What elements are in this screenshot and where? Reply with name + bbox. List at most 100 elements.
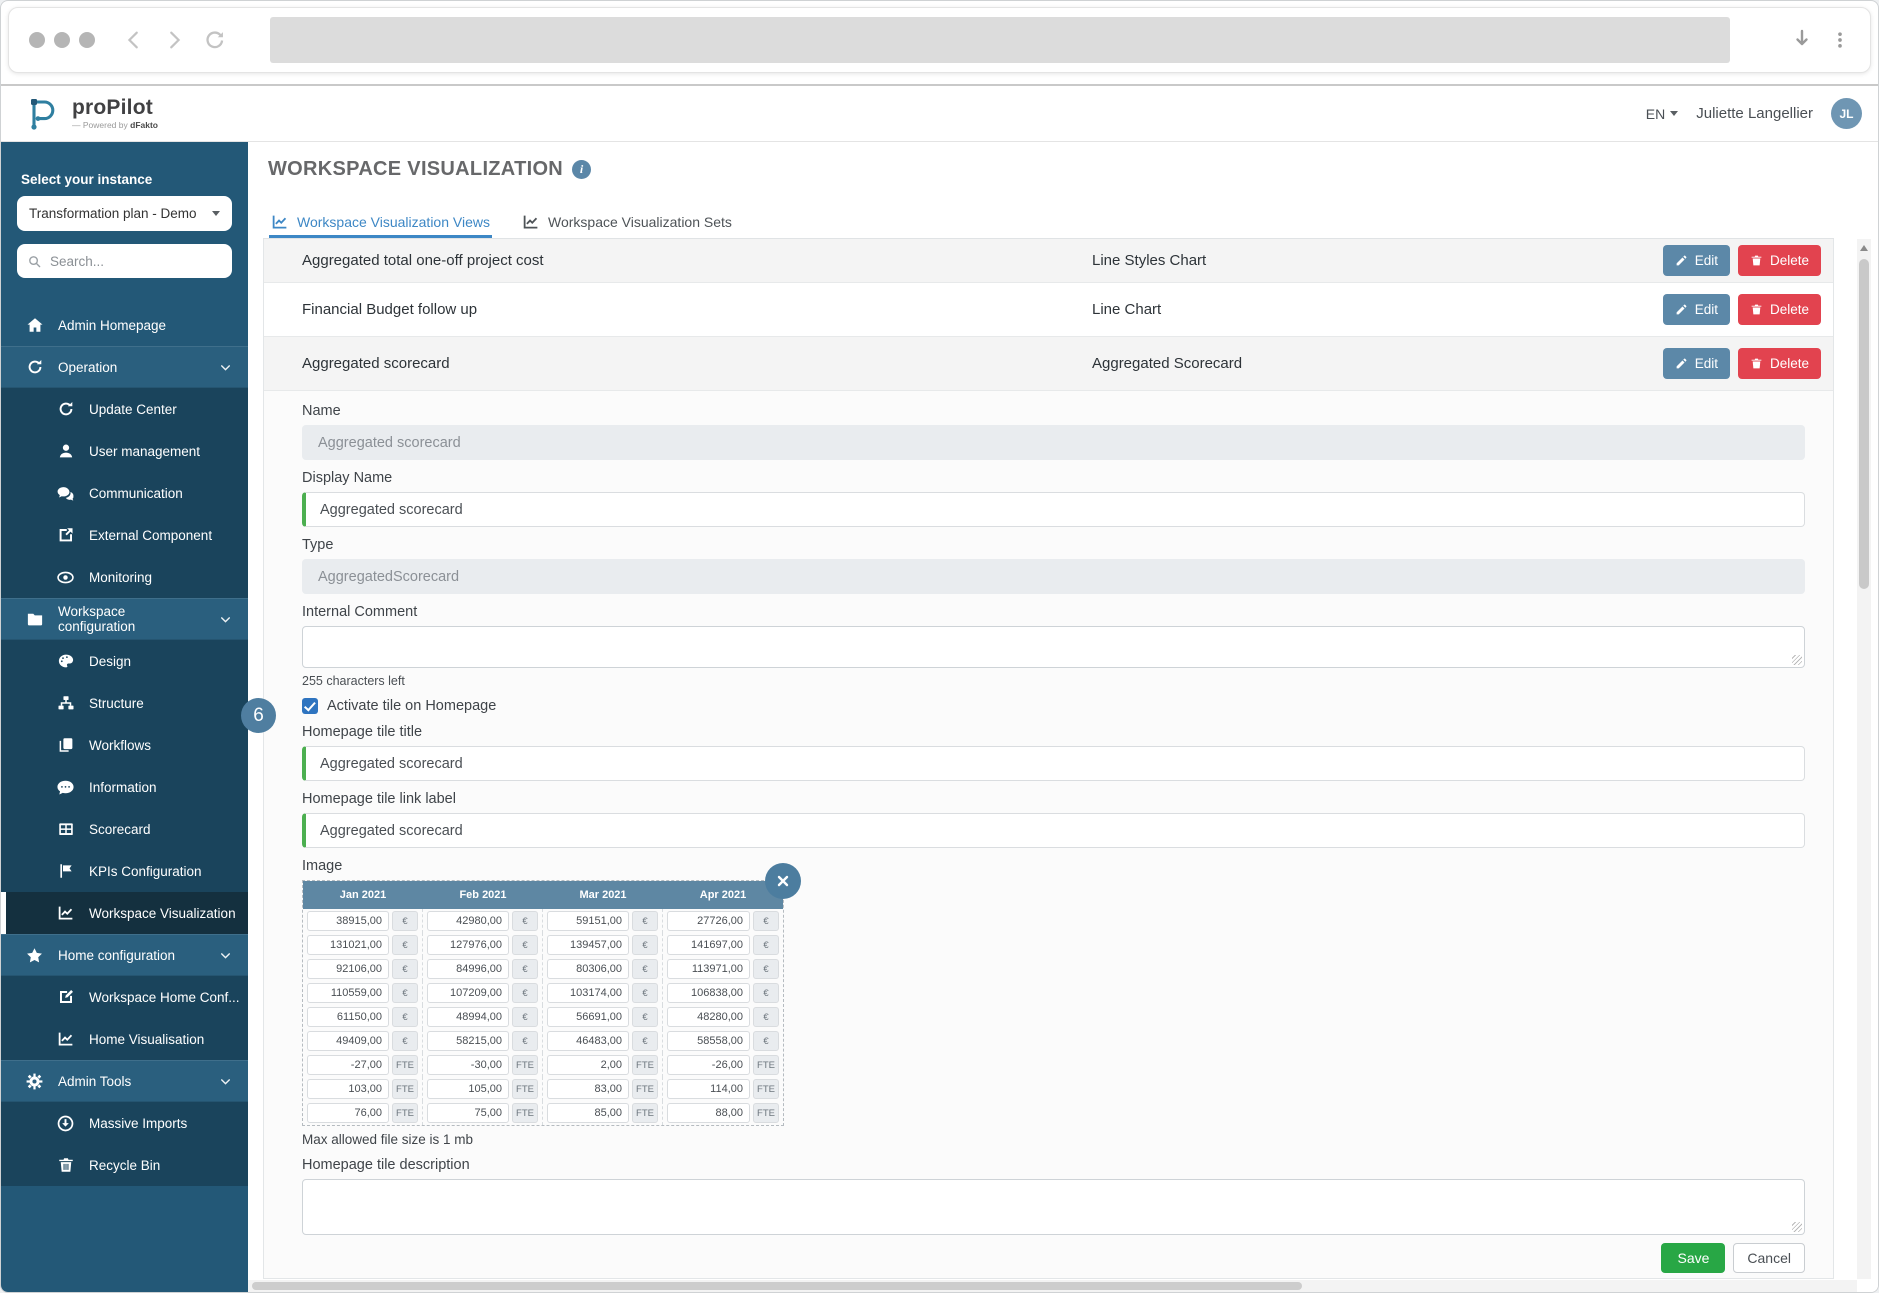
image-table-cell: 103,00FTE [303,1077,423,1101]
scrollbar-thumb[interactable] [1859,259,1869,589]
type-label: Type [302,537,1805,553]
scroll-up-arrow-icon[interactable] [1860,245,1868,251]
sidebar-item-information[interactable]: Information [1,766,248,808]
sidebar-item-home-visualisation[interactable]: Home Visualisation [1,1018,248,1060]
sidebar-item-label: Update Center [89,402,177,417]
tab-workspace-visualization-sets[interactable]: Workspace Visualization Sets [520,202,734,238]
save-button[interactable]: Save [1661,1243,1725,1273]
chart-icon [56,904,75,923]
tile-title-field[interactable]: Aggregated scorecard [302,746,1805,781]
sidebar-item-communication[interactable]: Communication [1,472,248,514]
tile-link-field[interactable]: Aggregated scorecard [302,813,1805,848]
edit-button[interactable]: Edit [1663,348,1730,379]
search-input[interactable]: Search... [17,244,232,278]
sidebar-item-external-component[interactable]: External Component [1,514,248,556]
sidebar-item-operation[interactable]: Operation [1,346,248,388]
trash-icon [1750,254,1763,267]
tile-description-field[interactable] [302,1179,1805,1235]
export-icon [56,526,75,545]
window-dot [54,32,70,48]
info-icon[interactable]: i [572,160,591,179]
download-icon[interactable] [1790,28,1814,52]
cell-unit: € [632,911,658,931]
tab-label: Workspace Visualization Views [297,214,490,230]
sidebar-item-home-configuration[interactable]: Home configuration [1,934,248,976]
internal-comment-field[interactable] [302,626,1805,668]
cell-value: 85,00 [547,1103,629,1123]
sidebar-item-workspace-home-conf[interactable]: Workspace Home Conf... [1,976,248,1018]
image-table-cell: 83,00FTE [543,1077,663,1101]
cell-unit: € [512,959,538,979]
edit-button[interactable]: Edit [1663,294,1730,325]
table-row[interactable]: Aggregated scorecardAggregated Scorecard… [264,337,1833,391]
sidebar-item-kpis-configuration[interactable]: KPIs Configuration [1,850,248,892]
sidebar-item-label: Home Visualisation [89,1032,204,1047]
vertical-scrollbar[interactable] [1857,239,1871,1279]
cell-value: 48280,00 [667,1007,750,1027]
sidebar-item-admin-homepage[interactable]: Admin Homepage [1,304,248,346]
type-field[interactable]: AggregatedScorecard [302,559,1805,594]
sidebar-item-user-management[interactable]: User management [1,430,248,472]
language-selector[interactable]: EN [1646,106,1678,122]
user-name[interactable]: Juliette Langellier [1696,105,1813,122]
cell-unit: € [753,959,779,979]
table-row[interactable]: Financial Budget follow upLine ChartEdit… [264,283,1833,337]
cancel-button[interactable]: Cancel [1733,1243,1805,1273]
delete-button[interactable]: Delete [1738,348,1821,379]
horizontal-scrollbar[interactable] [248,1280,1857,1292]
brand-logo[interactable]: proPilot — Powered by dFakto [23,95,158,133]
cell-value: 38915,00 [307,911,389,931]
image-table-cell: 110559,00€ [303,981,423,1005]
activate-tile-row: Activate tile on Homepage [302,698,1805,714]
trash-icon [56,1156,75,1175]
reload-icon[interactable] [203,29,226,52]
sidebar-item-structure[interactable]: Structure [1,682,248,724]
chevron-down-icon [219,949,232,962]
download-icon [56,1114,75,1133]
forward-icon[interactable] [163,29,185,51]
cell-value: 61150,00 [307,1007,389,1027]
sidebar-item-workspace-visualization[interactable]: Workspace Visualization [1,892,248,934]
sidebar-item-scorecard[interactable]: Scorecard [1,808,248,850]
image-table-cell: 80306,00€ [543,957,663,981]
cell-unit: € [392,935,418,955]
eye-icon [56,568,75,587]
display-name-field[interactable]: Aggregated scorecard [302,492,1805,527]
remove-image-button[interactable] [765,863,801,899]
image-table-cell: 139457,00€ [543,933,663,957]
visualization-list: Aggregated total one-off project costLin… [264,239,1833,391]
avatar[interactable]: JL [1831,98,1862,129]
sidebar-item-update-center[interactable]: Update Center [1,388,248,430]
image-table-cell: -26,00FTE [663,1053,783,1077]
sidebar-item-label: Workspace configuration [58,604,205,634]
image-table-cell: 88,00FTE [663,1101,783,1125]
cell-unit: € [632,935,658,955]
menu-kebab-icon[interactable] [1830,29,1850,51]
instance-select[interactable]: Transformation plan - Demo [17,196,232,231]
chart-icon [56,1030,75,1049]
pencil-icon [1675,303,1688,316]
sidebar-item-workflows[interactable]: Workflows [1,724,248,766]
scrollbar-thumb[interactable] [252,1282,1302,1290]
delete-button[interactable]: Delete [1738,245,1821,276]
back-icon[interactable] [123,29,145,51]
url-bar[interactable] [270,17,1730,63]
sidebar-item-recycle-bin[interactable]: Recycle Bin [1,1144,248,1186]
edit-button[interactable]: Edit [1663,245,1730,276]
name-field[interactable]: Aggregated scorecard [302,425,1805,460]
delete-button[interactable]: Delete [1738,294,1821,325]
image-table-column-header: Mar 2021 [543,881,663,909]
tab-workspace-visualization-views[interactable]: Workspace Visualization Views [269,202,492,238]
sidebar-item-workspace-configuration[interactable]: Workspace configuration [1,598,248,640]
sidebar-item-label: Communication [89,486,183,501]
sidebar-item-admin-tools[interactable]: Admin Tools [1,1060,248,1102]
chevron-down-icon [219,613,232,626]
cell-value: 59151,00 [547,911,629,931]
chars-left-note: 255 characters left [302,674,1805,688]
image-table-row: -27,00FTE-30,00FTE2,00FTE-26,00FTE [303,1053,783,1077]
sidebar-item-massive-imports[interactable]: Massive Imports [1,1102,248,1144]
sidebar-item-monitoring[interactable]: Monitoring [1,556,248,598]
activate-tile-checkbox[interactable] [302,698,318,714]
sidebar-item-design[interactable]: Design [1,640,248,682]
table-row[interactable]: Aggregated total one-off project costLin… [264,239,1833,283]
